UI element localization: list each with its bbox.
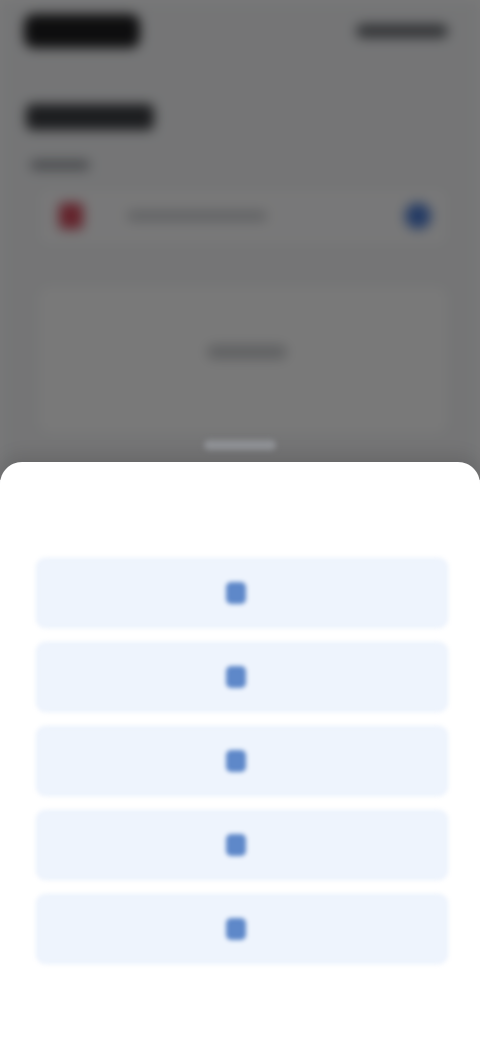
option-button-3[interactable] bbox=[36, 726, 448, 796]
option-icon bbox=[226, 582, 246, 604]
bottom-sheet bbox=[0, 440, 480, 1040]
sheet-grabber[interactable] bbox=[204, 440, 276, 450]
modal-overlay[interactable] bbox=[0, 0, 480, 480]
option-button-4[interactable] bbox=[36, 810, 448, 880]
screen bbox=[0, 0, 480, 1040]
option-list bbox=[36, 558, 448, 978]
option-button-1[interactable] bbox=[36, 558, 448, 628]
option-button-2[interactable] bbox=[36, 642, 448, 712]
option-icon bbox=[226, 750, 246, 772]
option-button-5[interactable] bbox=[36, 894, 448, 964]
option-icon bbox=[226, 918, 246, 940]
option-icon bbox=[226, 666, 246, 688]
option-icon bbox=[226, 834, 246, 856]
